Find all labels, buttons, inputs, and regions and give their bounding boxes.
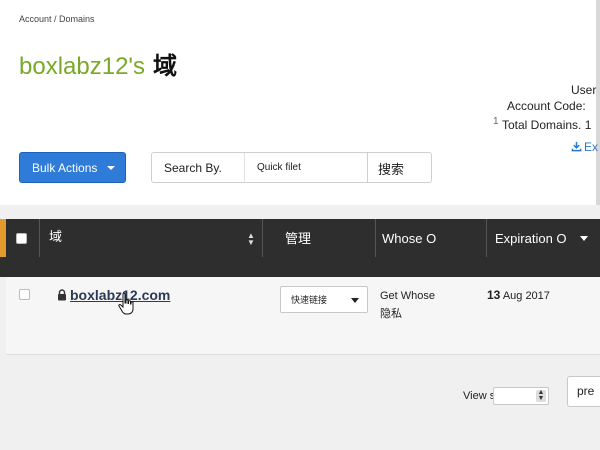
table-header: 域 ▲ ▼ 管理 Whose O Expiration O bbox=[6, 219, 600, 257]
page-title-label: 域 bbox=[153, 52, 177, 80]
quick-link-select-value: 快速链接 bbox=[291, 296, 328, 306]
expiration-day: 13 bbox=[487, 288, 501, 302]
table-header-band bbox=[0, 257, 600, 277]
whois-privacy-label: 隐私 bbox=[380, 307, 402, 320]
select-all-cell bbox=[16, 219, 27, 257]
column-manage-label: 管理 bbox=[285, 231, 312, 247]
search-by-dropdown[interactable]: Search By. bbox=[164, 161, 222, 175]
row-checkbox[interactable] bbox=[19, 289, 30, 300]
spinner-icon: ▲ ▼ bbox=[536, 389, 546, 402]
expiration-date: 13 Aug 2017 bbox=[487, 288, 550, 302]
column-whois[interactable]: Whose O bbox=[382, 219, 436, 257]
chevron-down-icon bbox=[580, 235, 588, 241]
search-button[interactable]: 搜索 bbox=[378, 159, 404, 178]
bulk-actions-label: Bulk Actions bbox=[32, 160, 98, 175]
user-label: User bbox=[571, 83, 597, 97]
chevron-down-icon bbox=[107, 165, 116, 170]
quick-link-select[interactable]: 快速链接 bbox=[280, 286, 368, 313]
column-menu-button[interactable] bbox=[580, 219, 588, 257]
table-row: boxlabz12.com 快速链接 Get Whose 隐私 13 Aug 2… bbox=[6, 277, 600, 355]
whois-cell: Get Whose 隐私 bbox=[380, 288, 435, 322]
quick-filter-input[interactable] bbox=[244, 153, 368, 182]
page-title: boxlabz12's 域 bbox=[19, 52, 177, 81]
view-size-select[interactable]: ▲ ▼ bbox=[493, 387, 549, 405]
bulk-actions-button[interactable]: Bulk Actions bbox=[19, 152, 126, 183]
column-domain-label: 域 bbox=[49, 229, 63, 245]
column-expiration-label: Expiration O bbox=[495, 230, 567, 246]
right-panel-edge bbox=[596, 0, 600, 205]
chevron-down-icon bbox=[351, 298, 359, 303]
account-owner: boxlabz12's bbox=[19, 53, 145, 80]
column-domain[interactable]: 域 bbox=[49, 216, 263, 254]
download-icon bbox=[571, 141, 582, 152]
lock-icon bbox=[58, 289, 66, 301]
export-link[interactable]: Ex bbox=[571, 140, 598, 154]
total-domains: Total Domains. 1 bbox=[502, 118, 592, 132]
column-expiration[interactable]: Expiration O bbox=[495, 219, 567, 257]
total-domains-marker: 1 bbox=[493, 116, 499, 127]
column-whois-label: Whose O bbox=[382, 230, 437, 246]
sort-icon[interactable]: ▲ ▼ bbox=[247, 232, 255, 247]
previous-page-button[interactable]: pre bbox=[567, 376, 600, 407]
breadcrumb[interactable]: Account / Domains bbox=[19, 14, 95, 24]
whois-get-link[interactable]: Get Whose bbox=[380, 288, 435, 305]
select-all-checkbox[interactable] bbox=[16, 232, 27, 244]
search-group: Search By. 搜索 bbox=[151, 152, 432, 183]
account-code-label: Account Code: bbox=[507, 99, 586, 113]
column-manage[interactable]: 管理 bbox=[285, 218, 311, 256]
hand-cursor-icon bbox=[118, 292, 134, 315]
expiration-month-year: Aug 2017 bbox=[502, 290, 550, 302]
export-label: Ex bbox=[584, 140, 599, 154]
